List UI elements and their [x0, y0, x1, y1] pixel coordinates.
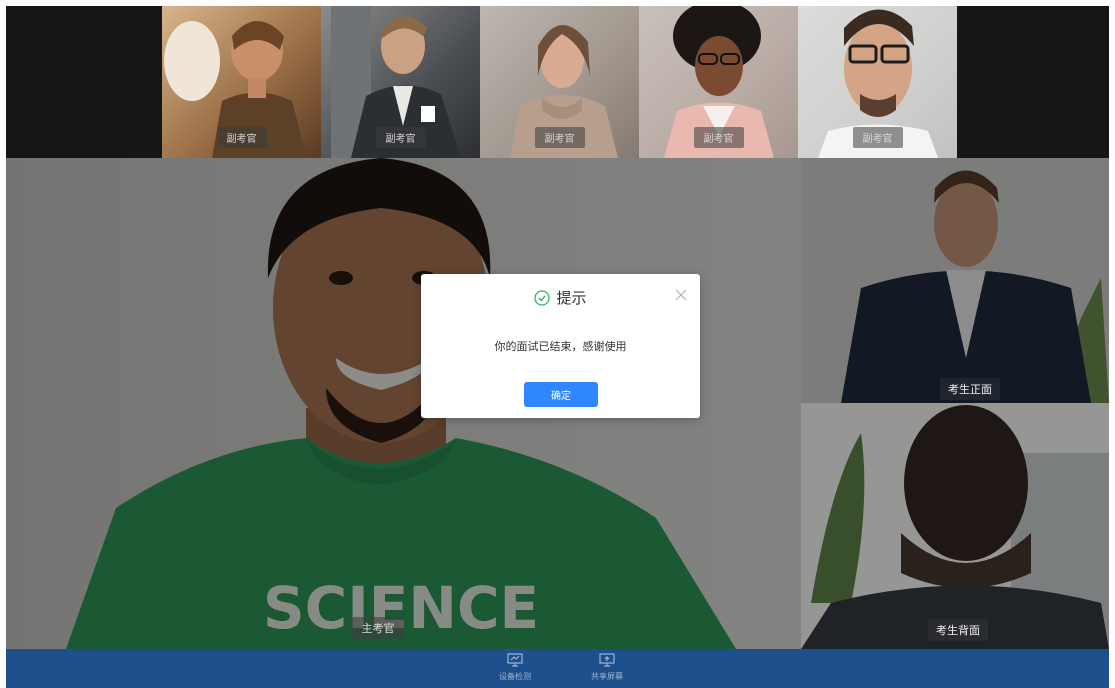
dialog-title: 提示 — [421, 287, 700, 308]
examiner-strip: 副考官 副考官 副考官 副考官 副考官 — [6, 6, 1109, 158]
examiner-tile-1[interactable]: 副考官 — [162, 6, 321, 158]
examiner-label-1: 副考官 — [216, 127, 267, 148]
examiner-label-3: 副考官 — [534, 127, 585, 148]
bottom-toolbar: 设备检测 共享屏幕 — [6, 649, 1109, 688]
interview-ended-dialog: 提示 你的面试已结束，感谢使用 确定 — [421, 274, 700, 418]
success-check-icon — [534, 290, 551, 306]
examiner-tile-2[interactable]: 副考官 — [321, 6, 480, 158]
candidate-front-feed[interactable]: 考生正面 — [801, 158, 1109, 403]
examiner-tile-5[interactable]: 副考官 — [798, 6, 957, 158]
front-feed-dim-overlay — [801, 158, 1109, 403]
share-screen-icon — [599, 653, 615, 667]
back-feed-dim-overlay — [801, 403, 1109, 649]
close-icon[interactable] — [674, 288, 688, 302]
examiner-tile-4[interactable]: 副考官 — [639, 6, 798, 158]
candidate-front-label: 考生正面 — [940, 378, 1000, 400]
dialog-message: 你的面试已结束，感谢使用 — [494, 340, 627, 353]
examiner-label-5: 副考官 — [852, 127, 903, 148]
device-check-label: 设备检测 — [499, 672, 531, 681]
confirm-button[interactable]: 确定 — [524, 382, 598, 407]
candidate-back-feed[interactable]: 考生背面 — [801, 403, 1109, 649]
examiner-label-4: 副考官 — [693, 127, 744, 148]
examiner-label-2: 副考官 — [375, 127, 426, 148]
share-screen-button[interactable]: 共享屏幕 — [577, 653, 637, 682]
dialog-title-text: 提示 — [556, 289, 587, 307]
device-check-button[interactable]: 设备检测 — [485, 653, 545, 682]
examiner-tile-3[interactable]: 副考官 — [480, 6, 639, 158]
candidate-back-label: 考生背面 — [928, 619, 988, 641]
main-examiner-label: 主考官 — [351, 617, 405, 639]
monitor-check-icon — [507, 653, 523, 667]
share-screen-label: 共享屏幕 — [591, 672, 623, 681]
